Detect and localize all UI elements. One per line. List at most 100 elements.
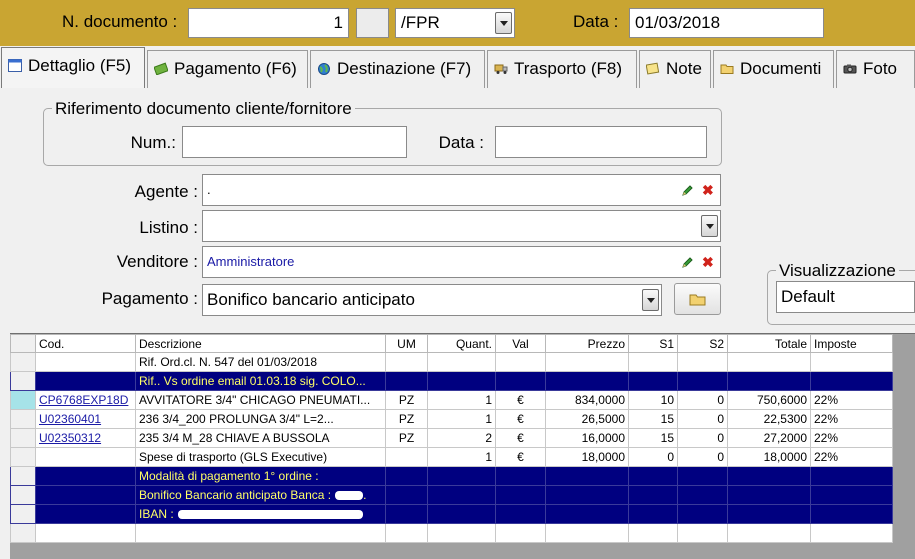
product-code-link[interactable]: CP6768EXP18D bbox=[39, 393, 128, 407]
cell-s1[interactable]: 0 bbox=[628, 447, 678, 467]
pencil-icon[interactable] bbox=[681, 184, 694, 197]
table-row[interactable]: Spese di trasporto (GLS Executive) 1 €18,0… bbox=[10, 447, 893, 467]
cell-val[interactable] bbox=[495, 352, 546, 372]
cell-cod[interactable] bbox=[35, 485, 136, 505]
cell-s2[interactable]: 0 bbox=[677, 428, 728, 448]
col-header-val[interactable]: Val bbox=[495, 334, 546, 353]
col-header-descrizione[interactable]: Descrizione bbox=[135, 334, 386, 353]
cell-total[interactable]: 750,6000 bbox=[727, 390, 811, 410]
chevron-down-icon[interactable] bbox=[642, 289, 659, 311]
cell-total[interactable] bbox=[727, 371, 811, 391]
col-header-prezzo[interactable]: Prezzo bbox=[545, 334, 629, 353]
cell-desc[interactable]: Modalità di pagamento 1° ordine : bbox=[135, 466, 386, 486]
cell-s2[interactable] bbox=[677, 466, 728, 486]
tab-foto[interactable]: Foto bbox=[836, 50, 915, 88]
pagamento-browse-button[interactable] bbox=[674, 283, 721, 315]
cell-total[interactable] bbox=[727, 485, 811, 505]
cell-s2[interactable]: 0 bbox=[677, 390, 728, 410]
cell-tax[interactable]: 22% bbox=[810, 390, 893, 410]
cell-um[interactable]: PZ bbox=[385, 409, 428, 429]
tab-dettaglio[interactable]: Dettaglio (F5) bbox=[1, 47, 145, 88]
cell-s2[interactable] bbox=[677, 504, 728, 524]
pagamento-select[interactable]: Bonifico bancario anticipato bbox=[202, 284, 662, 316]
visualizzazione-select[interactable]: Default bbox=[776, 281, 915, 313]
cell-um[interactable] bbox=[385, 371, 428, 391]
chevron-down-icon[interactable] bbox=[495, 12, 512, 34]
ref-num-input[interactable] bbox=[182, 126, 407, 158]
cell-s1[interactable] bbox=[628, 466, 678, 486]
col-header-s1[interactable]: S1 bbox=[628, 334, 678, 353]
cell-qty[interactable]: 1 bbox=[427, 409, 496, 429]
cell-val[interactable] bbox=[495, 466, 546, 486]
cell-val[interactable] bbox=[495, 523, 546, 543]
table-row[interactable]: Rif. Ord.cl. N. 547 del 01/03/2018 bbox=[10, 352, 893, 372]
cell-total[interactable] bbox=[727, 523, 811, 543]
cell-qty[interactable] bbox=[427, 352, 496, 372]
doc-suffix-field[interactable] bbox=[356, 8, 389, 38]
row-selector[interactable] bbox=[10, 485, 36, 505]
cell-s1[interactable] bbox=[628, 504, 678, 524]
cell-um[interactable] bbox=[385, 466, 428, 486]
row-selector[interactable] bbox=[10, 523, 36, 543]
cell-s1[interactable] bbox=[628, 485, 678, 505]
cell-um[interactable] bbox=[385, 352, 428, 372]
cell-total[interactable]: 22,5300 bbox=[727, 409, 811, 429]
col-header-quant[interactable]: Quant. bbox=[427, 334, 496, 353]
cell-cod[interactable] bbox=[35, 352, 136, 372]
clear-icon[interactable]: ✖ bbox=[702, 255, 714, 269]
table-row[interactable]: U02350312 235 3/4 M_28 CHIAVE A BUSSOLA PZ… bbox=[10, 428, 893, 448]
cell-qty[interactable] bbox=[427, 466, 496, 486]
cell-desc[interactable]: 236 3/4_200 PROLUNGA 3/4" L=2... bbox=[135, 409, 386, 429]
row-selector[interactable] bbox=[10, 352, 36, 372]
cell-total[interactable]: 27,2000 bbox=[727, 428, 811, 448]
tab-trasporto[interactable]: Trasporto (F8) bbox=[487, 50, 637, 88]
cell-total[interactable]: 18,0000 bbox=[727, 447, 811, 467]
tab-documenti[interactable]: Documenti bbox=[713, 50, 834, 88]
cell-tax[interactable] bbox=[810, 352, 893, 372]
row-selector[interactable] bbox=[10, 428, 36, 448]
cell-um[interactable] bbox=[385, 485, 428, 505]
cell-qty[interactable]: 1 bbox=[427, 447, 496, 467]
cell-qty[interactable] bbox=[427, 485, 496, 505]
cell-tax[interactable]: 22% bbox=[810, 447, 893, 467]
date-field[interactable]: 01/03/2018 bbox=[629, 8, 824, 38]
cell-total[interactable] bbox=[727, 352, 811, 372]
ref-date-input[interactable] bbox=[495, 126, 707, 158]
cell-um[interactable] bbox=[385, 504, 428, 524]
table-row[interactable]: Modalità di pagamento 1° ordine : bbox=[10, 466, 893, 486]
cell-desc[interactable]: Spese di trasporto (GLS Executive) bbox=[135, 447, 386, 467]
cell-qty[interactable] bbox=[427, 523, 496, 543]
cell-val[interactable] bbox=[495, 371, 546, 391]
product-code-link[interactable]: U02360401 bbox=[39, 412, 101, 426]
table-row[interactable]: U02360401 236 3/4_200 PROLUNGA 3/4" L=2..… bbox=[10, 409, 893, 429]
cell-desc[interactable]: Bonifico Bancario anticipato Banca :. bbox=[135, 485, 386, 505]
cell-tax[interactable] bbox=[810, 466, 893, 486]
tab-pagamento[interactable]: Pagamento (F6) bbox=[147, 50, 308, 88]
cell-s2[interactable] bbox=[677, 523, 728, 543]
cell-cod[interactable]: CP6768EXP18D bbox=[35, 390, 136, 410]
cell-val[interactable]: € bbox=[495, 447, 546, 467]
cell-price[interactable] bbox=[545, 466, 629, 486]
cell-price[interactable]: 18,0000 bbox=[545, 447, 629, 467]
venditore-field[interactable]: Amministratore ✖ bbox=[202, 246, 721, 278]
cell-cod[interactable]: U02360401 bbox=[35, 409, 136, 429]
cell-desc[interactable] bbox=[135, 523, 386, 543]
col-header-imposte[interactable]: Imposte bbox=[810, 334, 893, 353]
cell-qty[interactable] bbox=[427, 504, 496, 524]
col-header-cod[interactable]: Cod. bbox=[35, 334, 136, 353]
chevron-down-icon[interactable] bbox=[701, 215, 718, 237]
cell-cod[interactable] bbox=[35, 466, 136, 486]
cell-price[interactable] bbox=[545, 485, 629, 505]
cell-um[interactable] bbox=[385, 523, 428, 543]
cell-qty[interactable]: 2 bbox=[427, 428, 496, 448]
cell-cod[interactable]: U02350312 bbox=[35, 428, 136, 448]
cell-total[interactable] bbox=[727, 504, 811, 524]
row-selector[interactable] bbox=[10, 409, 36, 429]
cell-tax[interactable]: 22% bbox=[810, 409, 893, 429]
cell-desc[interactable]: IBAN : bbox=[135, 504, 386, 524]
table-row[interactable]: Rif.. Vs ordine email 01.03.18 sig. COLO… bbox=[10, 371, 893, 391]
cell-s1[interactable]: 10 bbox=[628, 390, 678, 410]
row-selector[interactable] bbox=[10, 371, 36, 391]
doc-series-select[interactable]: /FPR bbox=[395, 8, 515, 38]
cell-s1[interactable] bbox=[628, 352, 678, 372]
